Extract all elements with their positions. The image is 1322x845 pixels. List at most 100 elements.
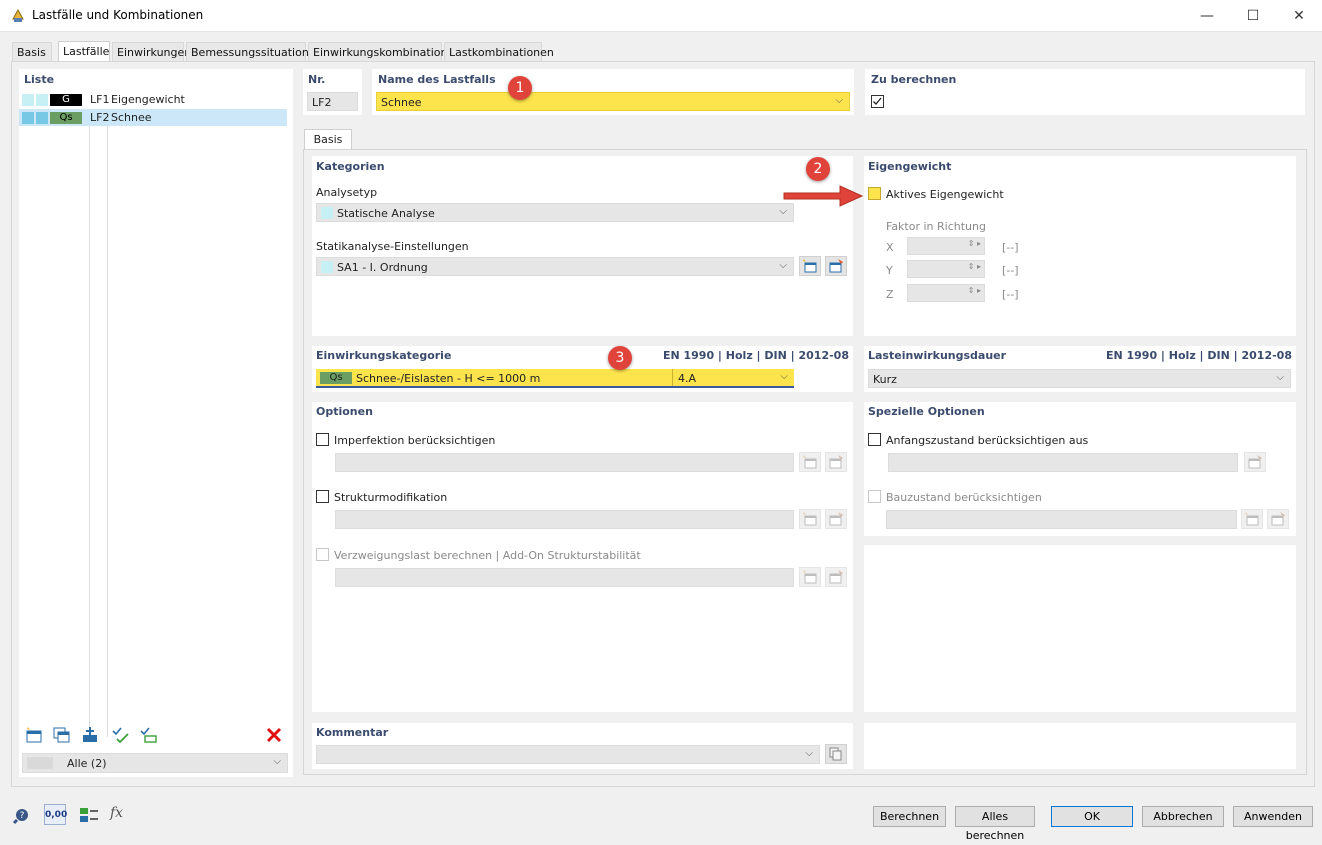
edit-verzweigung-button[interactable]: [825, 567, 847, 587]
copy-icon: [829, 747, 842, 761]
edit-icon: [829, 512, 843, 526]
help-icon[interactable]: ?: [12, 805, 34, 825]
ok-button[interactable]: OK: [1051, 806, 1133, 827]
stepper-icon[interactable]: ⇕ ▸: [968, 286, 981, 295]
new-verzweigung-button[interactable]: [799, 567, 821, 587]
new-icon: [1245, 512, 1259, 526]
tab-lastkombinationen[interactable]: Lastkombinationen: [444, 42, 554, 62]
faktor-x-input[interactable]: ⇕ ▸: [907, 237, 985, 255]
analysetyp-label: Analysetyp: [316, 186, 378, 199]
display-settings-icon[interactable]: [78, 805, 100, 825]
eigengewicht-panel: Eigengewicht Aktives Eigengewicht Faktor…: [864, 156, 1296, 336]
faktor-y-input[interactable]: ⇕ ▸: [907, 260, 985, 278]
chevron-down-icon: ⌵: [779, 260, 787, 271]
copy-load-case-icon[interactable]: [52, 725, 72, 745]
verzweigung-select[interactable]: [335, 568, 794, 587]
tab-lastfaelle[interactable]: Lastfälle: [58, 41, 110, 63]
list-item-selected[interactable]: Qs LF2 Schnee: [19, 109, 287, 126]
tab-basis[interactable]: Basis: [12, 42, 52, 62]
close-button[interactable]: ✕: [1276, 0, 1322, 32]
dauer-select[interactable]: Kurz ⌵: [868, 369, 1291, 388]
delete-icon[interactable]: [265, 726, 283, 744]
kommentar-copy-button[interactable]: [825, 744, 847, 764]
imperfektion-checkbox[interactable]: [316, 433, 329, 446]
minimize-button[interactable]: —: [1184, 0, 1230, 32]
verzweigung-checkbox[interactable]: [316, 548, 329, 561]
list-item-name: Eigengewicht: [111, 93, 185, 106]
check-all-icon[interactable]: [111, 725, 131, 745]
statik-value: SA1 - I. Ordnung: [337, 261, 428, 274]
analysetyp-value: Statische Analyse: [337, 207, 435, 220]
uncheck-all-icon[interactable]: [139, 725, 159, 745]
dauer-value: Kurz: [873, 373, 897, 386]
kommentar-panel: Kommentar ⌵: [312, 723, 853, 769]
stepper-icon[interactable]: ⇕ ▸: [968, 239, 981, 248]
analysetyp-select[interactable]: Statische Analyse ⌵: [316, 203, 794, 222]
optionen-header: Optionen: [316, 405, 373, 418]
list-item[interactable]: G LF1 Eigengewicht: [19, 91, 287, 108]
aktiv-checkbox[interactable]: [868, 187, 881, 200]
filter-swatch: [27, 757, 53, 769]
stepper-icon[interactable]: ⇕ ▸: [968, 262, 981, 271]
inner-tab-basis[interactable]: Basis: [304, 129, 352, 150]
imperfektion-select[interactable]: [335, 453, 794, 472]
anfang-select[interactable]: [888, 453, 1238, 472]
category-badge: Qs: [50, 112, 82, 124]
kategorien-header: Kategorien: [316, 160, 385, 173]
statik-select[interactable]: SA1 - I. Ordnung ⌵: [316, 257, 794, 276]
tab-einwirkungskombinationen[interactable]: Einwirkungskombinationen: [308, 42, 461, 62]
anfang-checkbox[interactable]: [868, 433, 881, 446]
unit-label: [--]: [1002, 241, 1019, 254]
maximize-button[interactable]: ☐: [1230, 0, 1276, 32]
faktor-z-input[interactable]: ⇕ ▸: [907, 284, 985, 302]
struktur-checkbox[interactable]: [316, 490, 329, 503]
name-value: Schnee: [381, 96, 422, 109]
new-imperfektion-button[interactable]: [799, 452, 821, 472]
abbrechen-button[interactable]: Abbrechen: [1142, 806, 1224, 827]
chevron-down-icon: ⌵: [805, 748, 813, 759]
berechnen-button[interactable]: Berechnen: [873, 806, 946, 827]
category-badge: G: [50, 94, 82, 106]
struktur-label: Strukturmodifikation: [334, 491, 448, 504]
einwirkung-header: Einwirkungskategorie: [316, 349, 452, 362]
new-settings-button[interactable]: [799, 256, 821, 276]
add-to-list-icon[interactable]: [80, 725, 100, 745]
app-icon: [12, 8, 24, 22]
edit-imperfektion-button[interactable]: [825, 452, 847, 472]
units-icon[interactable]: 0,00: [44, 804, 67, 825]
bau-checkbox[interactable]: [868, 490, 881, 503]
chevron-down-icon: ⌵: [1276, 372, 1284, 383]
title-bar: Lastfälle und Kombinationen — ☐ ✕: [0, 0, 1322, 32]
edit-bau-button[interactable]: [1267, 509, 1289, 529]
marker-3: 3: [608, 346, 632, 370]
new-load-case-icon[interactable]: [24, 725, 44, 745]
nr-value: LF2: [312, 96, 332, 109]
empty-panel: [864, 723, 1296, 769]
calc-panel: Zu berechnen: [865, 69, 1305, 115]
list-filter-value: Alle (2): [67, 757, 107, 770]
check-icon: [873, 97, 882, 105]
edit-struktur-button[interactable]: [825, 509, 847, 529]
einwirkung-select[interactable]: Qs Schnee-/Eislasten - H <= 1000 m 4.A ⌵: [316, 369, 794, 388]
calc-checkbox[interactable]: [871, 95, 884, 108]
name-input[interactable]: Schnee ⌵: [376, 92, 850, 111]
kommentar-input[interactable]: ⌵: [316, 745, 820, 764]
new-bau-button[interactable]: [1241, 509, 1263, 529]
edit-anfang-button[interactable]: [1244, 452, 1266, 472]
new-struktur-button[interactable]: [799, 509, 821, 529]
struktur-select[interactable]: [335, 510, 794, 529]
tab-einwirkungen[interactable]: Einwirkungen: [112, 42, 191, 62]
tab-bemessungssituationen[interactable]: Bemessungssituationen: [186, 42, 323, 62]
nr-field[interactable]: LF2: [307, 92, 358, 111]
bau-label: Bauzustand berücksichtigen: [886, 491, 1042, 504]
color-swatch: [36, 94, 48, 106]
bau-select[interactable]: [886, 510, 1237, 529]
list-filter-select[interactable]: Alle (2) ⌵: [22, 753, 288, 773]
edit-settings-button[interactable]: [825, 256, 847, 276]
anwenden-button[interactable]: Anwenden: [1233, 806, 1313, 827]
formula-icon[interactable]: 𝑓x: [110, 805, 132, 825]
alles-berechnen-button[interactable]: Alles berechnen: [955, 806, 1035, 842]
aktiv-label: Aktives Eigengewicht: [886, 188, 1004, 201]
chevron-down-icon: ⌵: [780, 371, 788, 382]
nr-label: Nr.: [308, 73, 326, 86]
